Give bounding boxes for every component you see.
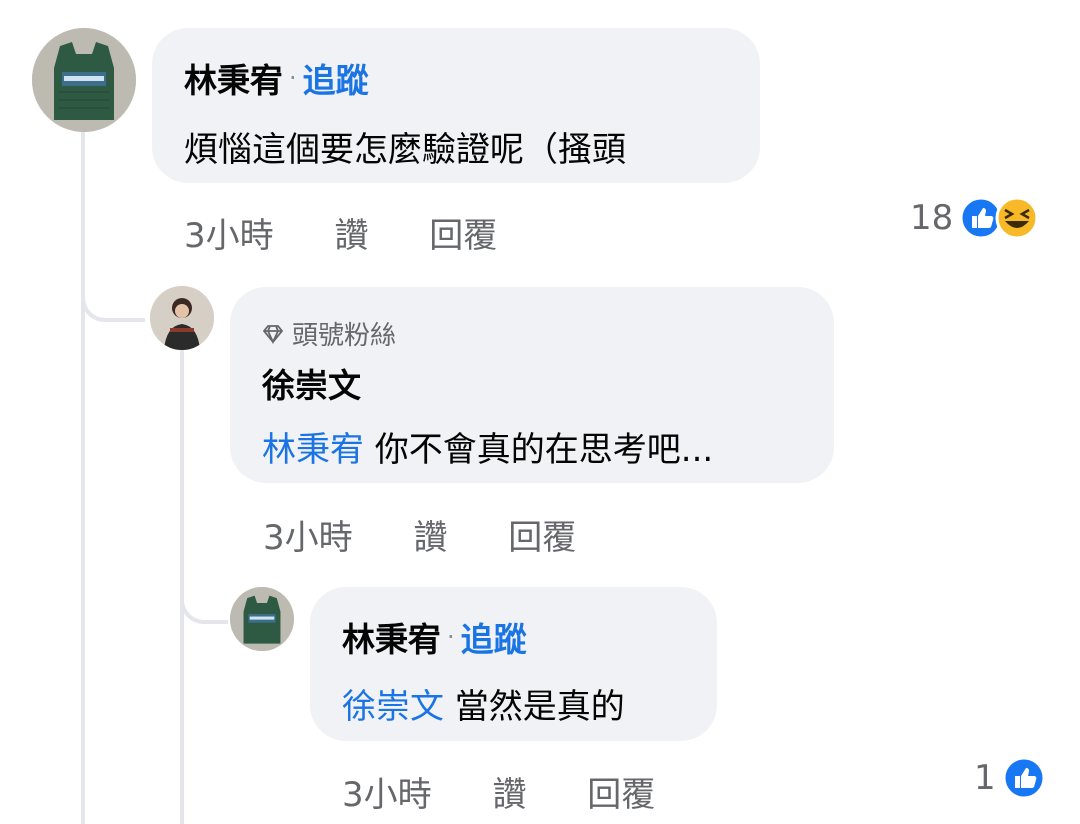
thread-line-main — [81, 130, 85, 824]
like-button[interactable]: 讚 — [492, 775, 526, 815]
reply-button[interactable]: 回覆 — [508, 518, 576, 558]
follow-button[interactable]: 追蹤 — [303, 54, 369, 102]
avatar-commenter-1[interactable] — [32, 28, 136, 132]
comment-bubble-3: 林秉宥 · 追蹤 徐崇文 當然是真的 — [310, 587, 717, 741]
comment-author[interactable]: 徐崇文 — [262, 359, 361, 407]
reply-button[interactable]: 回覆 — [429, 216, 497, 256]
separator-dot: · — [289, 64, 297, 92]
person-avatar-icon — [150, 286, 214, 350]
comment-actions-2: 3小時 讚 回覆 — [263, 510, 626, 559]
follow-button[interactable]: 追蹤 — [461, 613, 527, 661]
comment-bubble-2: 頭號粉絲 徐崇文 林秉宥 你不會真的在思考吧... — [230, 287, 834, 483]
comment-text: 徐崇文 當然是真的 — [342, 679, 625, 728]
reaction-count: 1 — [974, 758, 996, 798]
mention-link[interactable]: 林秉宥 — [262, 430, 364, 470]
avatar-commenter-2[interactable] — [150, 286, 214, 350]
like-reaction-icon — [1002, 756, 1046, 800]
comment-actions-3: 3小時 讚 回覆 — [342, 767, 705, 816]
mention-link[interactable]: 徐崇文 — [342, 687, 444, 727]
vest-avatar-icon — [230, 587, 294, 651]
haha-reaction-icon — [995, 196, 1039, 240]
badge-label: 頭號粉絲 — [292, 321, 397, 351]
comment-bubble-1: 林秉宥 · 追蹤 煩惱這個要怎麼驗證呢（搔頭 — [152, 28, 760, 183]
comment-author[interactable]: 林秉宥 — [184, 54, 283, 102]
top-fan-badge: 頭號粉絲 — [262, 315, 396, 352]
comment-text: 林秉宥 你不會真的在思考吧... — [262, 422, 713, 471]
separator-dot: · — [447, 623, 455, 651]
reaction-summary-1[interactable]: 18 — [910, 196, 1039, 240]
thread-branch-1 — [81, 270, 145, 322]
vest-avatar-icon — [32, 28, 136, 132]
comment-timestamp[interactable]: 3小時 — [263, 518, 353, 558]
comment-text-body: 你不會真的在思考吧... — [364, 430, 714, 470]
comment-timestamp[interactable]: 3小時 — [342, 775, 432, 815]
comment-text-body: 當然是真的 — [444, 687, 625, 727]
reaction-count: 18 — [910, 198, 954, 238]
like-button[interactable]: 讚 — [334, 216, 368, 256]
comment-actions-1: 3小時 讚 回覆 — [184, 208, 547, 257]
thread-branch-2 — [180, 572, 228, 624]
avatar-commenter-3[interactable] — [230, 587, 294, 651]
like-button[interactable]: 讚 — [413, 518, 447, 558]
comment-author[interactable]: 林秉宥 — [342, 613, 441, 661]
reaction-summary-3[interactable]: 1 — [974, 756, 1046, 800]
reply-button[interactable]: 回覆 — [587, 775, 655, 815]
comment-timestamp[interactable]: 3小時 — [184, 216, 274, 256]
comment-text: 煩惱這個要怎麼驗證呢（搔頭 — [184, 130, 626, 170]
diamond-icon — [262, 324, 284, 344]
